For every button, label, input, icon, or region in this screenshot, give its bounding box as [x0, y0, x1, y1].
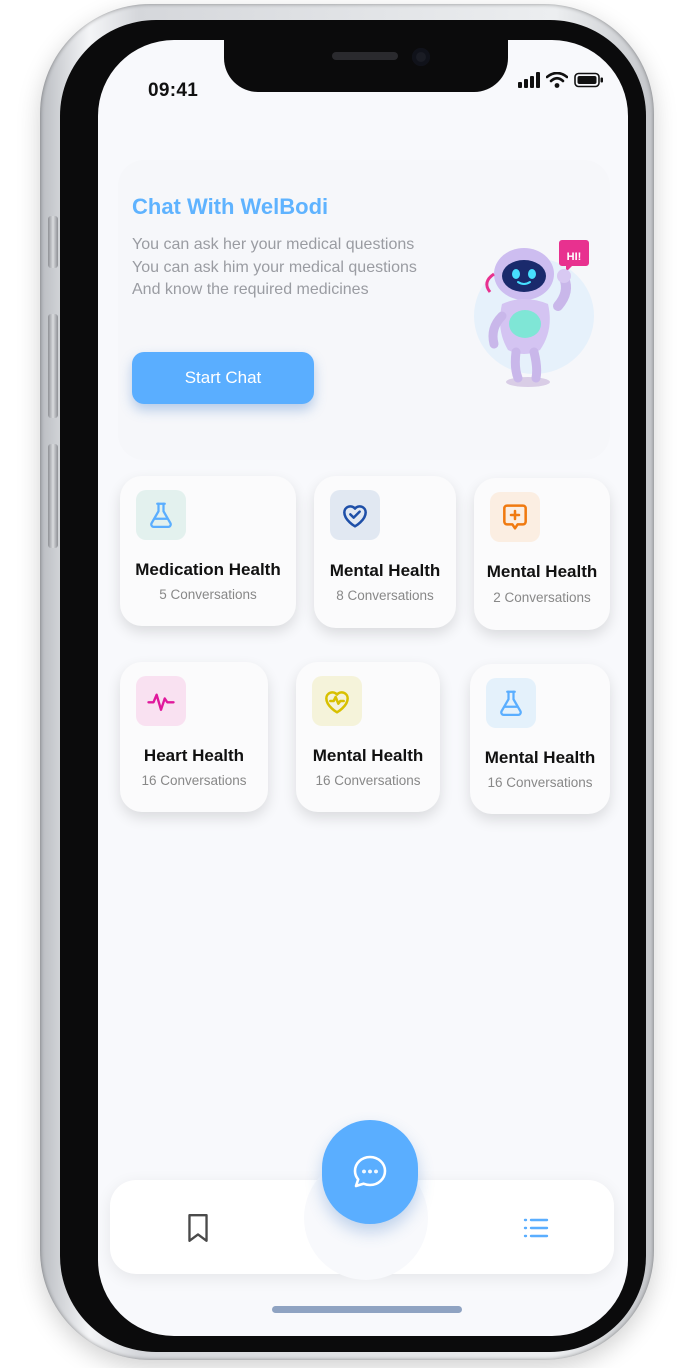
card-title: Medication Health [135, 560, 281, 579]
card-subtitle: 16 Conversations [487, 775, 593, 790]
pulse-icon [147, 693, 175, 711]
app-screen: 09:41 Chat With WelBodi You can ask her … [98, 40, 628, 1336]
card-subtitle: 16 Conversations [141, 773, 247, 788]
card-icon-box [486, 678, 536, 728]
battery-icon [574, 72, 603, 88]
heart-check-icon [343, 505, 367, 528]
card-icon-box [312, 676, 362, 726]
category-card[interactable]: Mental Health 2 Conversations [474, 478, 610, 630]
category-card[interactable]: Medication Health 5 Conversations [120, 476, 296, 626]
camera [412, 48, 430, 66]
flask-icon [500, 690, 522, 716]
hero-line: And know the required medicines [132, 281, 369, 298]
chat-bubble-icon [353, 1155, 387, 1188]
speaker [332, 52, 398, 60]
signal-icon [518, 72, 540, 88]
card-title: Mental Health [484, 748, 596, 767]
notch [224, 40, 508, 92]
status-icons [518, 72, 604, 88]
chat-intro-card: Chat With WelBodi You can ask her your m… [118, 160, 610, 460]
robot-illustration: HI! [474, 240, 594, 387]
category-card[interactable]: Mental Health 8 Conversations [314, 476, 456, 628]
status-time: 09:41 [148, 80, 199, 101]
card-icon-box [136, 490, 186, 540]
card-title: Mental Health [486, 562, 598, 581]
card-title: Mental Health [329, 561, 441, 580]
card-title: Heart Health [143, 746, 245, 765]
robot-bubble-text: HI! [567, 251, 582, 263]
hero-line: You can ask him your medical questions [132, 259, 417, 276]
heart-pulse-icon [325, 691, 349, 714]
category-card[interactable]: Heart Health 16 Conversations [120, 662, 268, 812]
new-chat-fab[interactable] [322, 1120, 418, 1224]
list-button[interactable] [516, 1208, 556, 1248]
bookmark-button[interactable] [178, 1208, 218, 1248]
bookmark-icon [188, 1214, 208, 1242]
card-title: Mental Health [312, 746, 424, 765]
card-icon-box [490, 492, 540, 542]
start-chat-button[interactable]: Start Chat [132, 352, 314, 404]
phone-mockup: 09:41 Chat With WelBodi You can ask her … [0, 0, 696, 1368]
card-icon-box [136, 676, 186, 726]
card-subtitle: 5 Conversations [159, 587, 257, 602]
card-subtitle: 8 Conversations [336, 588, 434, 603]
wifi-icon [546, 72, 568, 88]
volume-up-button [48, 314, 58, 418]
card-subtitle: 2 Conversations [493, 590, 591, 605]
category-card[interactable]: Mental Health 16 Conversations [470, 664, 610, 814]
card-subtitle: 16 Conversations [315, 773, 421, 788]
list-icon [523, 1218, 549, 1238]
hero-title: Chat With WelBodi [132, 194, 329, 219]
card-icon-box [330, 490, 380, 540]
mute-switch [48, 216, 58, 268]
volume-down-button [48, 444, 58, 548]
home-indicator [272, 1306, 462, 1313]
hero-line: You can ask her your medical questions [132, 236, 415, 253]
flask-icon [150, 502, 172, 528]
chat-plus-icon [503, 504, 527, 530]
category-card[interactable]: Mental Health 16 Conversations [296, 662, 440, 812]
